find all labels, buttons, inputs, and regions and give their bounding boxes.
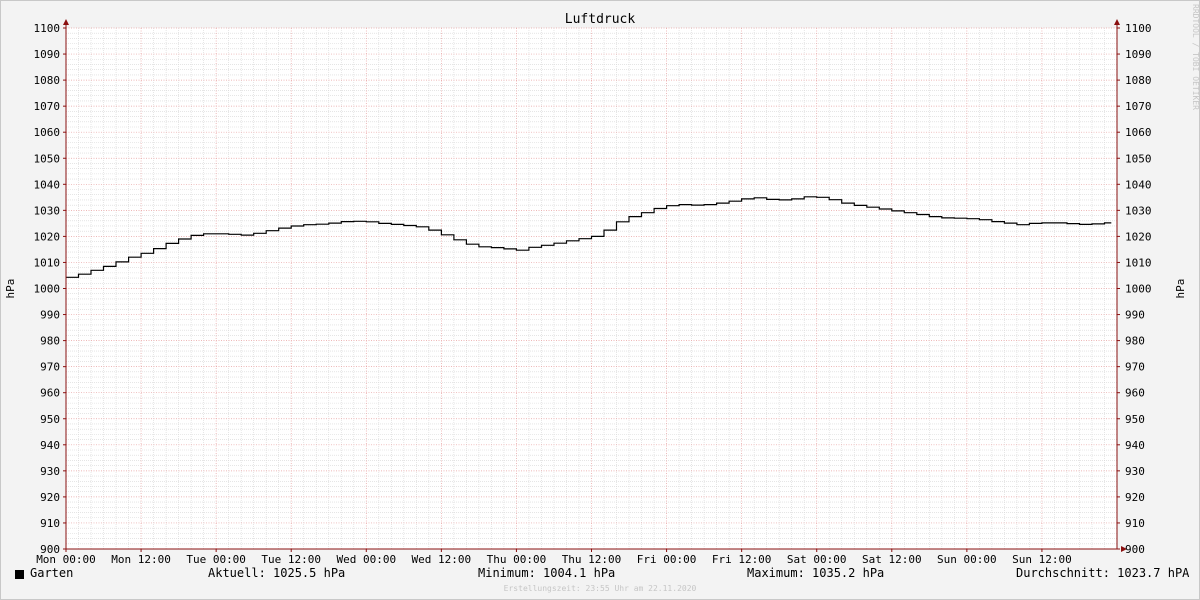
x-tick-label: Sat 00:00: [787, 553, 847, 566]
legend-aktuell: Aktuell: 1025.5 hPa: [208, 566, 346, 580]
y-axis-label-left: hPa: [4, 279, 17, 299]
y-tick-label-left: 1040: [34, 178, 61, 191]
x-tick-label: Fri 12:00: [712, 553, 772, 566]
y-tick-label-left: 1000: [34, 283, 61, 296]
y-tick-label-left: 1050: [34, 152, 61, 165]
y-tick-label-right: 980: [1125, 335, 1145, 348]
y-tick-label-right: 900: [1125, 543, 1145, 556]
x-tick-label: Fri 00:00: [637, 553, 697, 566]
y-tick-label-left: 980: [40, 335, 60, 348]
y-tick-label-right: 970: [1125, 361, 1145, 374]
x-tick-label: Wed 00:00: [336, 553, 396, 566]
y-tick-label-right: 950: [1125, 413, 1145, 426]
chart-title: Luftdruck: [565, 12, 636, 27]
y-tick-label-left: 1060: [34, 126, 61, 139]
y-tick-label-left: 940: [40, 439, 60, 452]
legend-durchschnitt: Durchschnitt: 1023.7 hPA: [1016, 566, 1190, 580]
x-tick-label: Tue 12:00: [261, 553, 321, 566]
y-tick-label-right: 1010: [1125, 256, 1152, 269]
y-tick-label-left: 1020: [34, 230, 61, 243]
x-tick-label: Wed 12:00: [412, 553, 472, 566]
y-tick-label-left: 1080: [34, 74, 61, 87]
x-tick-label: Thu 00:00: [487, 553, 547, 566]
y-tick-label-left: 1100: [34, 22, 61, 35]
y-tick-label-left: 930: [40, 465, 60, 478]
y-tick-label-right: 1080: [1125, 74, 1152, 87]
legend-minimum: Minimum: 1004.1 hPa: [478, 566, 616, 580]
y-tick-label-left: 1010: [34, 256, 61, 269]
x-tick-label: Mon 00:00: [36, 553, 96, 566]
x-tick-label: Sun 00:00: [937, 553, 997, 566]
y-tick-label-right: 990: [1125, 309, 1145, 322]
y-tick-label-right: 1020: [1125, 230, 1152, 243]
x-tick-label: Thu 12:00: [562, 553, 622, 566]
y-tick-label-left: 970: [40, 361, 60, 374]
legend-swatch: [15, 570, 24, 579]
y-tick-label-right: 1090: [1125, 48, 1152, 61]
y-tick-label-right: 1050: [1125, 152, 1152, 165]
y-axis-arrow-icon: [63, 19, 69, 25]
x-tick-label: Mon 12:00: [111, 553, 171, 566]
y-tick-label-right: 940: [1125, 439, 1145, 452]
y-tick-label-right: 1060: [1125, 126, 1152, 139]
y-tick-label-right: 1100: [1125, 22, 1152, 35]
y-tick-label-right: 1070: [1125, 100, 1152, 113]
legend-series-label: Garten: [30, 566, 74, 580]
y-tick-label-left: 950: [40, 413, 60, 426]
creation-time: Erstellungszeit: 23:55 Uhr am 22.11.2020: [503, 584, 697, 593]
y-tick-label-left: 1030: [34, 204, 61, 217]
rrdtool-watermark: RRDTOOL / TOBI OETIKER: [1191, 4, 1200, 110]
x-tick-label: Tue 00:00: [186, 553, 246, 566]
y-tick-label-left: 910: [40, 517, 60, 530]
y-tick-label-right: 920: [1125, 491, 1145, 504]
x-tick-label: Sat 12:00: [862, 553, 922, 566]
y-tick-label-left: 920: [40, 491, 60, 504]
y-axis-label-right: hPa: [1174, 279, 1187, 299]
y-tick-label-right: 910: [1125, 517, 1145, 530]
y-tick-label-right: 1030: [1125, 204, 1152, 217]
y-tick-label-left: 990: [40, 309, 60, 322]
y-tick-label-left: 1070: [34, 100, 61, 113]
y-tick-label-left: 1090: [34, 48, 61, 61]
legend-maximum: Maximum: 1035.2 hPa: [747, 566, 885, 580]
y-tick-label-right: 930: [1125, 465, 1145, 478]
pressure-chart: 900 900910 910920 920930 930940 940950 950960 9…: [4, 12, 1187, 566]
y-tick-label-right: 1040: [1125, 178, 1152, 191]
y-axis-arrow-icon: [1114, 19, 1120, 25]
y-tick-label-left: 960: [40, 387, 60, 400]
y-tick-label-right: 1000: [1125, 283, 1152, 296]
x-tick-label: Sun 12:00: [1012, 553, 1072, 566]
y-tick-label-right: 960: [1125, 387, 1145, 400]
